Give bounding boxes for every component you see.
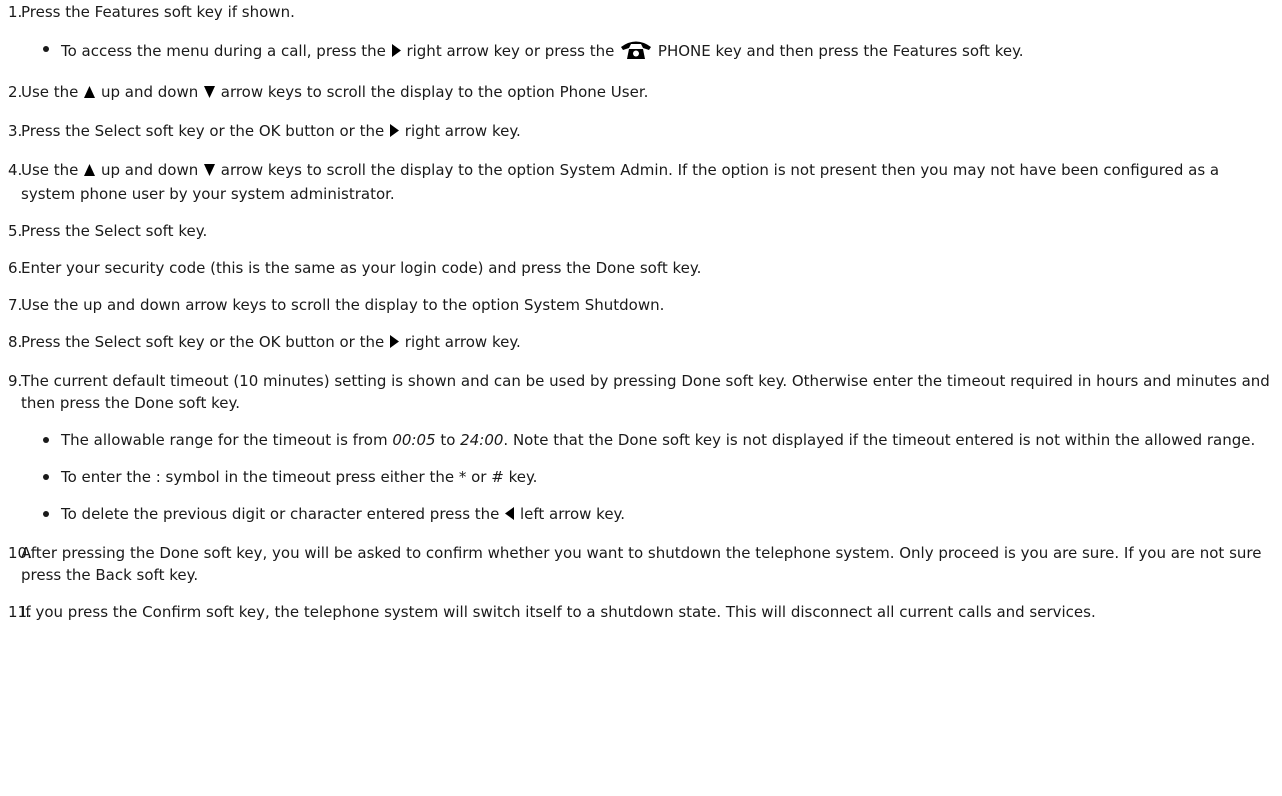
- step-item: 8. Press the Select soft key or the OK bu…: [8, 331, 1282, 355]
- step-item: 10. After pressing the Done soft key, you…: [8, 542, 1282, 586]
- emphasis-text: 24:00: [460, 431, 504, 449]
- step-item: 6. Enter your security code (this is the …: [8, 257, 1282, 279]
- text-run: Enter your security code (this is the sa…: [21, 259, 702, 277]
- text-run: . Note that the Done soft key is not dis…: [503, 431, 1256, 449]
- text-run: Use the up and down arrow keys to scroll…: [21, 296, 665, 314]
- down-arrow-icon: [203, 83, 216, 105]
- sub-list: The allowable range for the timeout is f…: [21, 429, 1270, 527]
- bullet-item: To delete the previous digit or characte…: [21, 503, 1270, 527]
- left-arrow-icon: [504, 505, 515, 527]
- text-run: to: [435, 431, 461, 449]
- text-run: up and down: [96, 83, 203, 101]
- step-text: Press the Select soft key or the OK butt…: [21, 122, 521, 140]
- right-arrow-icon: [389, 122, 400, 144]
- text-run: The allowable range for the timeout is f…: [61, 431, 393, 449]
- text-run: PHONE key and then press the Features so…: [653, 42, 1024, 60]
- step-number: 8.: [8, 333, 23, 351]
- step-number: 1.: [8, 3, 23, 21]
- text-run: Press the Select soft key.: [21, 222, 208, 240]
- step-text: Use the up and down arrow keys to scroll…: [21, 296, 664, 314]
- step-number: 6.: [8, 259, 23, 277]
- right-arrow-icon: [389, 333, 400, 355]
- text-run: To enter the : symbol in the timeout pre…: [61, 468, 538, 486]
- text-run: arrow keys to scroll the display to the …: [215, 83, 649, 101]
- emphasis-text: 00:05: [392, 431, 436, 449]
- step-item: 4. Use the up and down arrow keys to scro…: [8, 159, 1282, 205]
- step-item: 9. The current default timeout (10 minute…: [8, 370, 1282, 527]
- text-run: right arrow key.: [400, 122, 521, 140]
- sub-list: To access the menu during a call, press …: [21, 38, 1270, 66]
- up-arrow-icon: [83, 83, 96, 105]
- bullet-item: To enter the : symbol in the timeout pre…: [21, 466, 1270, 488]
- text-run: After pressing the Done soft key, you wi…: [21, 544, 1262, 584]
- step-text: Press the Select soft key.: [21, 222, 207, 240]
- step-number: 10.: [8, 544, 32, 562]
- text-run: Press the Select soft key or the OK butt…: [21, 122, 390, 140]
- text-run: up and down: [96, 161, 203, 179]
- right-arrow-icon: [391, 42, 402, 64]
- text-run: The current default timeout (10 minutes)…: [21, 372, 1270, 412]
- step-text: The current default timeout (10 minutes)…: [21, 372, 1270, 412]
- text-run: right arrow key or press the: [401, 42, 620, 60]
- step-text: If you press the Confirm soft key, the t…: [21, 603, 1096, 621]
- bullet-item: To access the menu during a call, press …: [21, 38, 1270, 66]
- step-item: 1. Press the Features soft key if shown. T…: [8, 1, 1282, 66]
- step-number: 7.: [8, 296, 23, 314]
- step-text: Press the Select soft key or the OK butt…: [21, 333, 521, 351]
- bullet-item: The allowable range for the timeout is f…: [21, 429, 1270, 451]
- step-item: 5. Press the Select soft key.: [8, 220, 1282, 242]
- step-text: Enter your security code (this is the sa…: [21, 259, 701, 277]
- text-run: left arrow key.: [515, 505, 626, 523]
- text-run: right arrow key.: [400, 333, 521, 351]
- text-run: To access the menu during a call, press …: [61, 42, 391, 60]
- step-number: 9.: [8, 372, 23, 390]
- text-run: Use the: [21, 83, 84, 101]
- step-text: Use the up and down arrow keys to scroll…: [21, 161, 1219, 203]
- step-text: After pressing the Done soft key, you wi…: [21, 544, 1261, 584]
- step-number: 11.: [8, 603, 32, 621]
- up-arrow-icon: [83, 161, 96, 183]
- step-item: 2. Use the up and down arrow keys to scro…: [8, 81, 1282, 105]
- step-text: Use the up and down arrow keys to scroll…: [21, 83, 648, 101]
- step-number: 4.: [8, 161, 23, 179]
- instruction-document: 1. Press the Features soft key if shown. T…: [0, 0, 1282, 623]
- text-run: To delete the previous digit or characte…: [61, 505, 505, 523]
- phone-icon: [619, 38, 653, 66]
- step-text: Press the Features soft key if shown.: [21, 3, 295, 21]
- step-number: 2.: [8, 83, 23, 101]
- text-run: If you press the Confirm soft key, the t…: [21, 603, 1096, 621]
- step-number: 5.: [8, 222, 23, 240]
- step-item: 11. If you press the Confirm soft key, th…: [8, 601, 1282, 623]
- down-arrow-icon: [203, 161, 216, 183]
- step-number: 3.: [8, 122, 23, 140]
- text-run: Press the Select soft key or the OK butt…: [21, 333, 390, 351]
- step-item: 7. Use the up and down arrow keys to scro…: [8, 294, 1282, 316]
- text-run: Use the: [21, 161, 84, 179]
- text-run: Press the Features soft key if shown.: [21, 3, 295, 21]
- step-item: 3. Press the Select soft key or the OK bu…: [8, 120, 1282, 144]
